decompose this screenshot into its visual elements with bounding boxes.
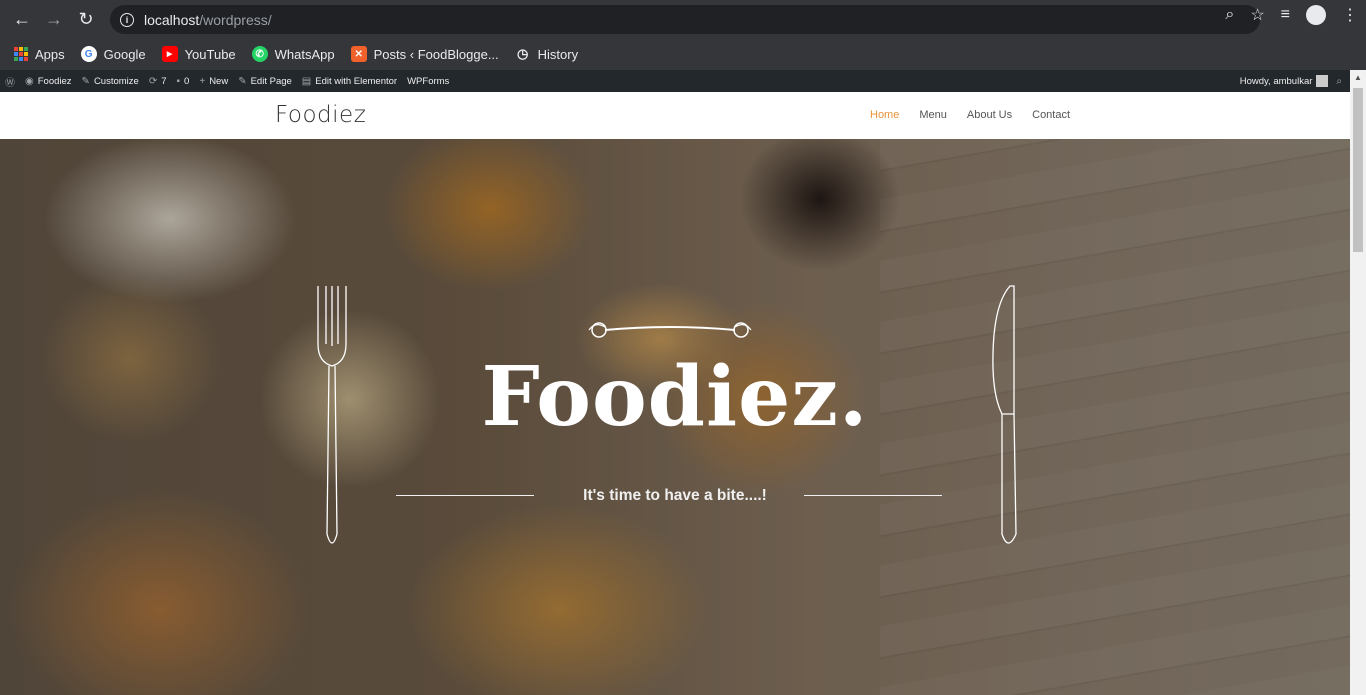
menu-kebab-icon[interactable]: ⋮ bbox=[1342, 5, 1358, 25]
bookmark-label: History bbox=[537, 46, 579, 62]
comment-icon: ▪ bbox=[176, 75, 181, 87]
apps-grid-icon bbox=[14, 47, 28, 61]
media-queue-icon[interactable]: ≡ bbox=[1281, 6, 1290, 24]
adminbar-edit-elementor[interactable]: ▤ Edit with Elementor bbox=[302, 76, 397, 87]
hero-title: Foodiez. bbox=[481, 349, 869, 445]
adminbar-site-label: Foodiez bbox=[37, 75, 72, 87]
wordpress-logo-icon[interactable]: Ⓦ bbox=[5, 74, 15, 89]
menu-item-home[interactable]: Home bbox=[870, 109, 899, 121]
url-path: /wordpress/ bbox=[199, 11, 272, 28]
back-button[interactable]: ← bbox=[6, 3, 38, 35]
menu-item-menu[interactable]: Menu bbox=[919, 109, 947, 121]
profile-avatar-icon[interactable] bbox=[1306, 5, 1326, 25]
bookmark-label: WhatsApp bbox=[274, 46, 335, 62]
toolbar-actions: ⌕ ☆ ≡ ⋮ bbox=[1225, 5, 1358, 25]
hero-tagline: It's time to have a bite....! bbox=[583, 487, 767, 504]
bookmark-google[interactable]: G Google bbox=[80, 46, 146, 62]
primary-menu: Home Menu About Us Contact bbox=[870, 109, 1070, 121]
youtube-icon: ▶ bbox=[161, 46, 178, 62]
bookmark-label: Posts ‹ FoodBlogge... bbox=[373, 46, 499, 62]
bookmarks-bar: Apps G Google ▶ YouTube ✆ WhatsApp ✕ Pos… bbox=[0, 38, 1366, 70]
menu-item-about-us[interactable]: About Us bbox=[967, 109, 1012, 121]
adminbar-wpforms[interactable]: WPForms bbox=[407, 76, 449, 87]
comments-count: 0 bbox=[184, 75, 190, 87]
address-bar[interactable]: i localhost/wordpress/ bbox=[110, 5, 1260, 34]
hero-section: Foodiez. It's time to have a bite....! bbox=[0, 139, 1350, 695]
bookmark-label: Google bbox=[103, 46, 146, 62]
whatsapp-icon: ✆ bbox=[251, 46, 268, 62]
scrollbar-thumb[interactable] bbox=[1353, 88, 1363, 252]
user-avatar-icon bbox=[1316, 75, 1329, 87]
adminbar-comments[interactable]: ▪ 0 bbox=[177, 76, 190, 87]
adminbar-site[interactable]: ◉ Foodiez bbox=[25, 76, 72, 87]
adminbar-wpforms-label: WPForms bbox=[407, 75, 450, 87]
url-text[interactable]: localhost/wordpress/ bbox=[144, 12, 272, 28]
adminbar-new-label: New bbox=[209, 75, 229, 87]
updates-count: 7 bbox=[161, 75, 167, 87]
tagline-rule-right bbox=[804, 495, 942, 496]
site-info-icon[interactable]: i bbox=[120, 12, 134, 27]
site-header: Foodiez Home Menu About Us Contact bbox=[0, 92, 1350, 139]
xampp-icon: ✕ bbox=[350, 46, 367, 62]
flourish-ornament-icon bbox=[588, 322, 752, 338]
bookmark-history[interactable]: ◷ History bbox=[515, 46, 578, 62]
dashboard-icon: ◉ bbox=[25, 75, 34, 87]
forward-button[interactable]: → bbox=[38, 3, 70, 35]
bookmark-youtube[interactable]: ▶ YouTube bbox=[161, 46, 236, 62]
url-host: localhost bbox=[144, 11, 200, 28]
bookmark-apps[interactable]: Apps bbox=[14, 47, 65, 62]
adminbar-customize[interactable]: ✎ Customize bbox=[82, 76, 139, 87]
bookmark-posts[interactable]: ✕ Posts ‹ FoodBlogge... bbox=[350, 46, 499, 62]
bookmark-star-icon[interactable]: ☆ bbox=[1250, 5, 1264, 25]
menu-item-contact[interactable]: Contact bbox=[1032, 109, 1070, 121]
elementor-icon: ▤ bbox=[301, 75, 312, 87]
brush-icon: ✎ bbox=[81, 75, 90, 87]
bookmark-label: YouTube bbox=[184, 46, 236, 62]
adminbar-updates[interactable]: ⟳ 7 bbox=[149, 76, 167, 87]
page-scrollbar[interactable]: ▲ bbox=[1350, 70, 1366, 695]
scroll-up-icon[interactable]: ▲ bbox=[1350, 70, 1366, 86]
adminbar-customize-label: Customize bbox=[93, 75, 139, 87]
reload-button[interactable]: ↻ bbox=[70, 3, 102, 35]
pencil-icon: ✎ bbox=[238, 75, 247, 87]
updates-icon: ⟳ bbox=[148, 75, 158, 87]
adminbar-howdy[interactable]: Howdy, ambulkar bbox=[1240, 75, 1329, 87]
bookmark-label: Apps bbox=[35, 46, 65, 62]
adminbar-edit-page-label: Edit Page bbox=[250, 75, 292, 87]
search-icon[interactable]: ⌕ bbox=[1336, 76, 1342, 87]
google-icon: G bbox=[80, 46, 97, 62]
history-icon: ◷ bbox=[516, 46, 529, 61]
plus-icon: + bbox=[199, 75, 206, 87]
bookmark-whatsapp[interactable]: ✆ WhatsApp bbox=[251, 46, 335, 62]
zoom-icon[interactable]: ⌕ bbox=[1225, 6, 1234, 24]
adminbar-new[interactable]: + New bbox=[199, 76, 228, 87]
adminbar-edit-elementor-label: Edit with Elementor bbox=[315, 75, 398, 87]
howdy-label: Howdy, ambulkar bbox=[1239, 75, 1313, 87]
fork-icon bbox=[317, 286, 347, 544]
browser-toolbar: ← → ↻ i localhost/wordpress/ ⌕ ☆ ≡ ⋮ bbox=[0, 0, 1366, 38]
adminbar-account: Howdy, ambulkar ⌕ bbox=[1240, 70, 1342, 92]
wp-admin-bar: Ⓦ ◉ Foodiez ✎ Customize ⟳ 7 ▪ 0 + New ✎ Edit P… bbox=[0, 70, 1350, 92]
knife-icon bbox=[992, 285, 1017, 544]
site-title[interactable]: Foodiez bbox=[275, 102, 366, 128]
adminbar-edit-page[interactable]: ✎ Edit Page bbox=[238, 76, 292, 87]
